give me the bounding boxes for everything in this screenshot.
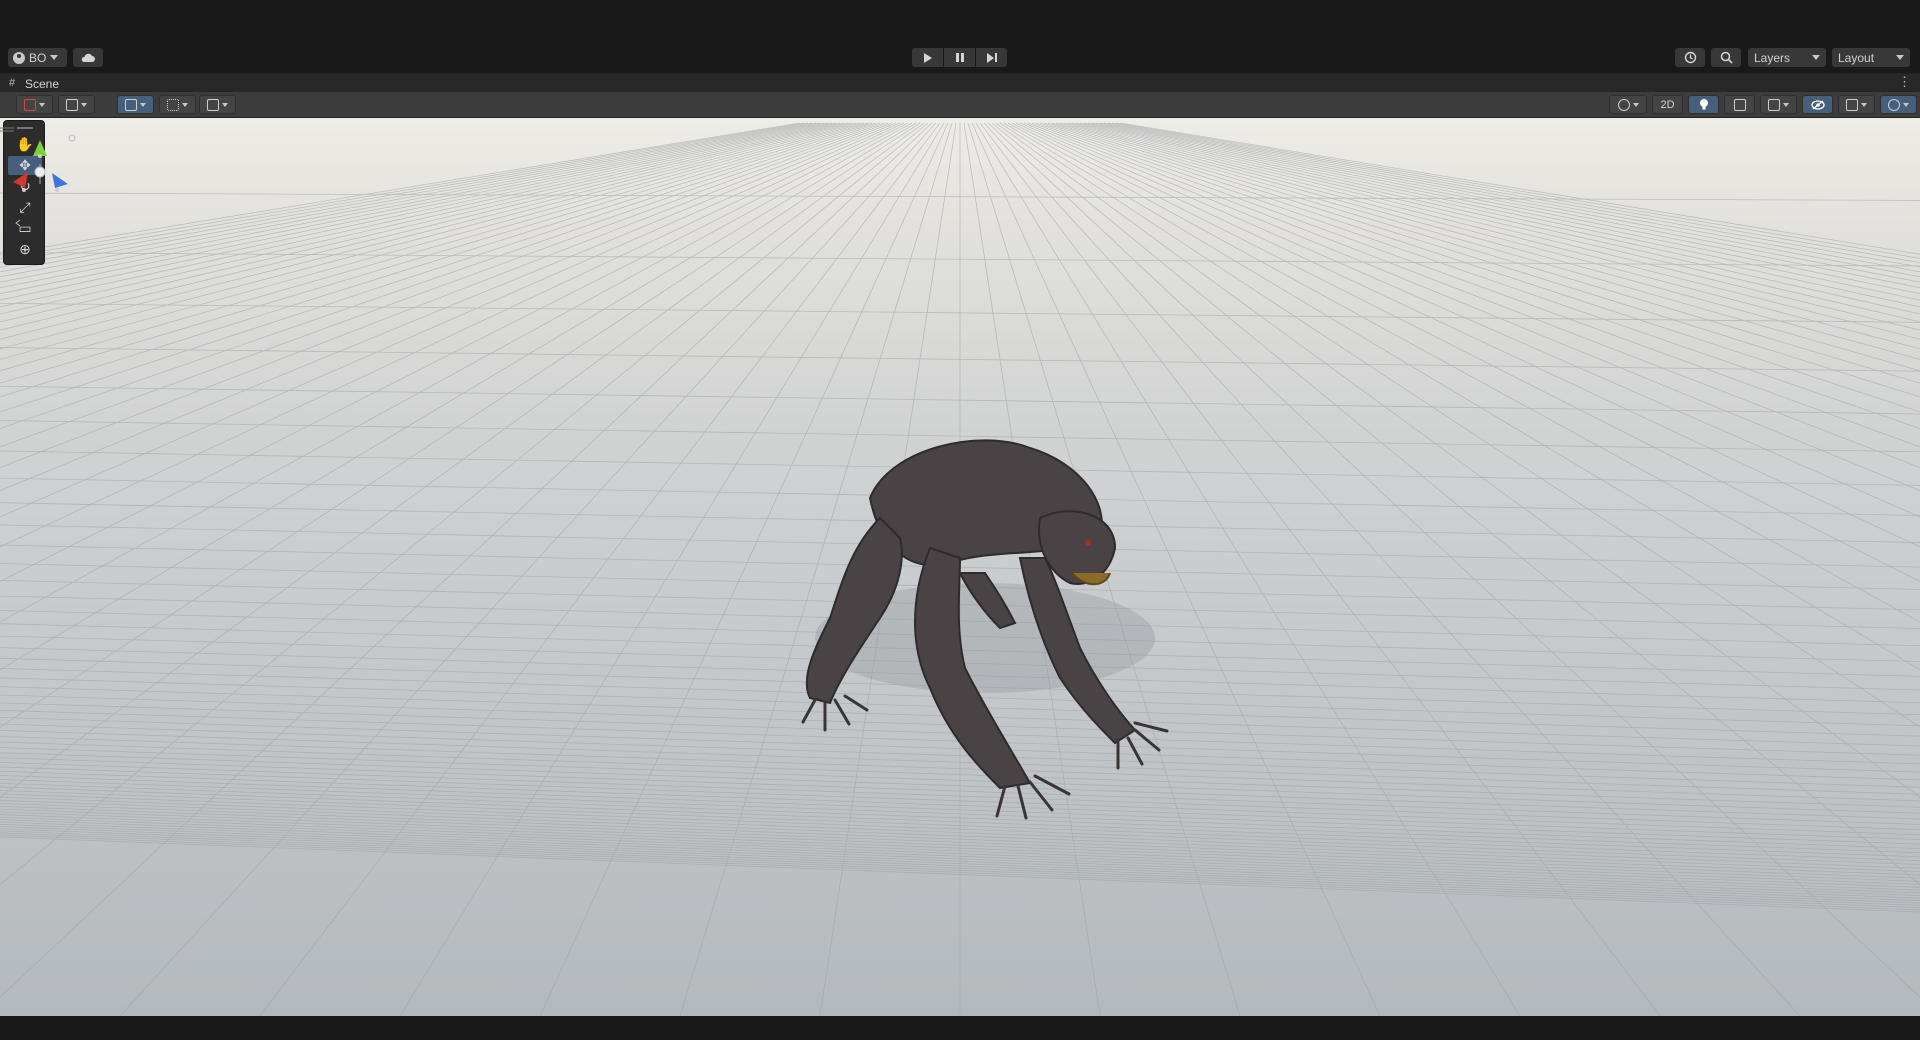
playmode-controls: [912, 48, 1007, 67]
draw-mode-icon: [24, 98, 36, 111]
pause-icon: [955, 53, 964, 62]
history-icon: [1684, 51, 1696, 64]
scene-tab-header: # Scene ⋮: [0, 73, 1920, 92]
visibility-icon: [1810, 99, 1825, 110]
visibility-toggle[interactable]: [1802, 95, 1833, 114]
render-mode-dropdown[interactable]: [58, 95, 95, 114]
layers-label: Layers: [1754, 50, 1791, 65]
undo-history-button[interactable]: [1675, 48, 1705, 67]
increment-snap-icon: [167, 98, 179, 111]
search-icon: [1720, 51, 1733, 64]
status-bar: [0, 1016, 1920, 1040]
main-toolbar: BO Layers Layout: [0, 0, 1920, 73]
chevron-down-icon: [1632, 102, 1639, 107]
render-mode-icon: [66, 98, 78, 111]
gizmos-dropdown[interactable]: [1880, 95, 1917, 114]
search-button[interactable]: [1711, 48, 1741, 67]
cloud-button[interactable]: [73, 48, 103, 67]
effects-icon: [1768, 98, 1780, 111]
scene-view-toolbar: 2D: [0, 92, 1920, 118]
axis-y-icon[interactable]: [33, 140, 47, 156]
scene-grid-dropdown[interactable]: [199, 95, 236, 114]
transform-tool-icon[interactable]: ⊕: [8, 240, 42, 259]
chevron-down-icon: [1812, 55, 1820, 60]
chevron-down-icon: [140, 102, 146, 107]
account-label: BO: [29, 50, 47, 65]
layout-dropdown[interactable]: Layout: [1832, 48, 1910, 67]
lighting-toggle[interactable]: [1688, 95, 1719, 114]
grid-snap-dropdown[interactable]: [117, 95, 154, 114]
chevron-down-icon: [1861, 102, 1867, 107]
creature-model[interactable]: [0, 118, 1920, 1016]
chevron-down-icon: [39, 102, 45, 107]
chevron-down-icon: [222, 102, 228, 107]
effects-dropdown[interactable]: [1760, 95, 1797, 114]
axis-z-icon[interactable]: [52, 173, 68, 188]
account-dropdown[interactable]: BO: [8, 48, 67, 67]
more-options-icon[interactable]: ⋮: [1898, 75, 1911, 89]
audio-toggle[interactable]: [1724, 95, 1755, 114]
camera-icon: [1846, 98, 1858, 111]
audio-icon: [1733, 98, 1746, 111]
camera-dropdown[interactable]: [1838, 95, 1875, 114]
pause-button[interactable]: [944, 48, 975, 67]
chevron-down-icon: [81, 102, 87, 107]
perspective-icon[interactable]: [15, 219, 21, 227]
chevron-down-icon: [1896, 55, 1904, 60]
increment-snap-dropdown[interactable]: [159, 95, 196, 114]
draw-mode-dropdown[interactable]: [16, 95, 53, 114]
shading-mode-icon: [1617, 98, 1630, 111]
grid-snap-icon: [125, 98, 137, 111]
chevron-down-icon: [50, 55, 59, 60]
lock-icon[interactable]: [68, 134, 76, 142]
play-button[interactable]: [912, 48, 943, 67]
lighting-icon: [1699, 99, 1708, 110]
shading-mode-dropdown[interactable]: [1609, 95, 1647, 114]
scene-grid-icon: [207, 98, 219, 111]
cloud-icon: [81, 53, 95, 62]
orientation-gizmo[interactable]: [0, 124, 80, 234]
layout-label: Layout: [1838, 50, 1875, 65]
axis-x-icon[interactable]: [13, 172, 28, 188]
hash-icon: #: [9, 77, 16, 89]
chevron-down-icon: [1783, 102, 1789, 107]
play-icon: [923, 52, 932, 63]
step-button[interactable]: [976, 48, 1007, 67]
scene-viewport[interactable]: ✋ ✥ ↻ ⤢ ▭ ⊕: [0, 118, 1920, 1016]
chevron-down-icon: [1903, 102, 1909, 107]
account-icon: [13, 51, 25, 64]
mode-2d-label: 2D: [1660, 98, 1675, 111]
step-icon: [986, 52, 997, 63]
layers-dropdown[interactable]: Layers: [1748, 48, 1826, 67]
tab-scene[interactable]: Scene: [25, 77, 59, 91]
chevron-down-icon: [182, 102, 188, 107]
mode-2d-toggle[interactable]: 2D: [1652, 95, 1683, 114]
gizmos-icon: [1888, 98, 1900, 111]
